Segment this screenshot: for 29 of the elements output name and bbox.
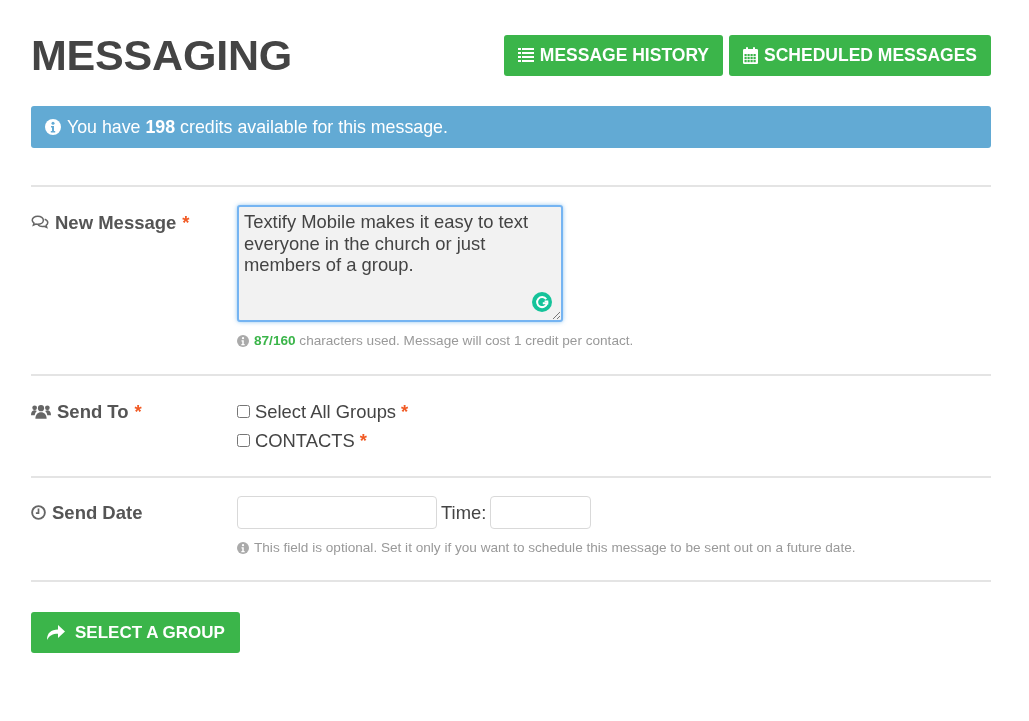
field-label: Send To xyxy=(57,400,129,423)
checkbox[interactable] xyxy=(237,405,250,418)
alert-message: You have 198 credits available for this message. xyxy=(67,116,448,138)
option-label[interactable]: CONTACTS xyxy=(255,429,355,452)
field-label: Send Date xyxy=(52,501,143,524)
checkbox[interactable] xyxy=(237,434,250,447)
required-mark: * xyxy=(182,211,190,234)
info-icon xyxy=(237,542,249,554)
info-icon xyxy=(237,335,249,347)
time-input-field[interactable] xyxy=(490,496,592,529)
page-title: MESSAGING xyxy=(31,30,292,80)
date-input-field[interactable] xyxy=(237,496,437,529)
people-icon xyxy=(31,404,51,419)
field-label: New Message xyxy=(55,211,177,234)
share-arrow-icon xyxy=(47,625,65,640)
required-mark: * xyxy=(359,429,367,452)
help-text: 87/160 characters used. Message will cost 1 credit per contact. xyxy=(254,332,634,350)
help-text: This field is optional. Set it only if you want to schedule this message to be sent out on a future date. xyxy=(254,539,856,557)
calendar-icon xyxy=(743,46,759,64)
required-mark: * xyxy=(401,400,409,423)
option-label[interactable]: Select All Groups xyxy=(255,400,397,423)
info-icon xyxy=(45,119,61,135)
resize-grip-icon[interactable] xyxy=(552,311,560,319)
time-label: Time: xyxy=(441,501,487,524)
speech-bubbles-icon xyxy=(31,215,49,230)
message-textarea[interactable]: Textify Mobile makes it easy to text everyone in the church or just members of a group. xyxy=(237,205,563,322)
required-mark: * xyxy=(134,400,142,423)
clock-icon xyxy=(31,505,46,520)
list-icon xyxy=(517,48,534,62)
